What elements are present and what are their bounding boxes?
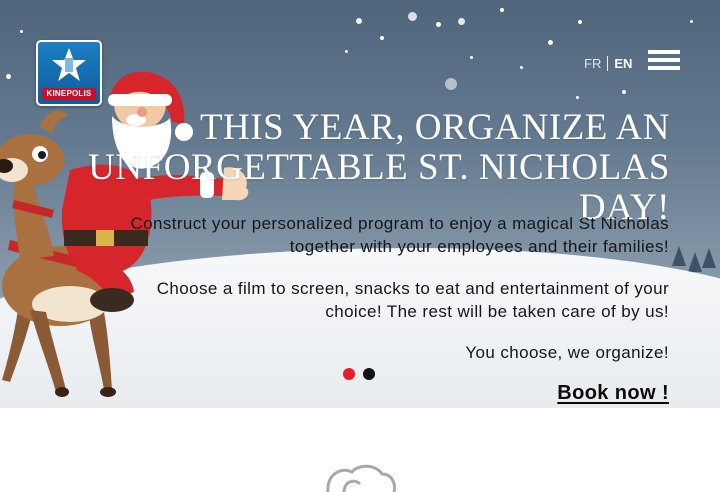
hero-paragraph-1: Construct your personalized program to e… (29, 212, 669, 258)
hero-paragraph-1-line1: Construct your personalized program to e… (130, 214, 669, 233)
hero-paragraph-1-line2: together with your employees and their f… (289, 237, 669, 256)
lang-en-link[interactable]: EN (614, 56, 632, 71)
hero-banner: KINEPOLIS FR EN THIS YEAR, ORGANIZE AN UN… (0, 0, 720, 408)
carousel-dots (343, 365, 383, 384)
star-decoration (470, 56, 473, 59)
hero-title: THIS YEAR, ORGANIZE AN UNFORGETTABLE ST.… (30, 108, 670, 228)
lang-fr-link[interactable]: FR (584, 56, 601, 71)
star-decoration (380, 36, 384, 40)
hero-title-line1: THIS YEAR, ORGANIZE AN (199, 107, 670, 148)
hero-paragraph-3: You choose, we organize! (465, 343, 669, 362)
star-decoration (356, 18, 362, 24)
tree-decoration (672, 246, 686, 266)
hero-paragraph-2-line1: Choose a film to screen, snacks to eat a… (156, 279, 669, 298)
star-decoration (576, 96, 579, 99)
carousel-dot-2[interactable] (363, 368, 375, 380)
lang-divider (607, 56, 609, 71)
language-switcher: FR EN (584, 56, 632, 71)
kinepolis-logo[interactable]: KINEPOLIS (36, 40, 102, 106)
star-decoration (520, 66, 523, 69)
star-decoration (500, 8, 504, 12)
star-decoration (622, 90, 626, 94)
hero-paragraph-2-line2: choice! The rest will be taken care of b… (325, 302, 669, 321)
star-logo-icon (52, 48, 86, 81)
menu-bar (648, 66, 680, 70)
star-decoration (458, 18, 465, 25)
star-decoration (408, 12, 417, 21)
menu-bar (648, 58, 680, 62)
hamburger-menu-icon[interactable] (648, 50, 680, 72)
star-decoration (548, 40, 553, 45)
star-decoration (445, 78, 457, 90)
book-now-link[interactable]: Book now ! (557, 382, 669, 405)
star-decoration (345, 50, 348, 53)
menu-bar (648, 50, 680, 54)
logo-wordmark: KINEPOLIS (42, 88, 96, 100)
carousel-dot-1[interactable] (343, 368, 355, 380)
star-decoration (436, 22, 441, 27)
hero-paragraph-2: Choose a film to screen, snacks to eat a… (29, 277, 669, 323)
star-decoration (20, 30, 23, 33)
tree-decoration (688, 252, 702, 272)
star-decoration (690, 20, 693, 23)
star-decoration (578, 20, 582, 24)
cloud-outline-icon (326, 464, 396, 492)
tree-decoration (702, 248, 716, 268)
